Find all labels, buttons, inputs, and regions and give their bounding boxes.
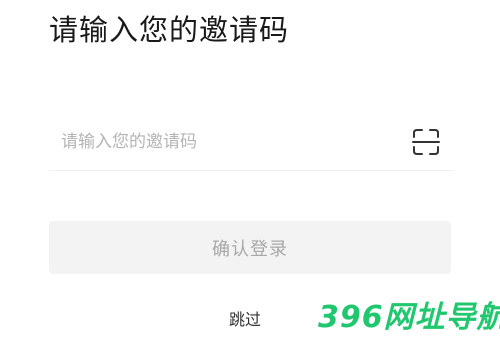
confirm-login-button[interactable]: 确认登录 xyxy=(49,221,451,274)
invite-code-row xyxy=(49,118,454,171)
invite-code-page: 请输入您的邀请码 确认登录 跳过 396网址导航 xyxy=(0,0,500,338)
site-watermark: 396网址导航 xyxy=(318,300,500,335)
invite-code-input[interactable] xyxy=(61,118,391,166)
scan-qr-icon[interactable] xyxy=(411,127,441,157)
page-title: 请输入您的邀请码 xyxy=(49,13,290,47)
skip-link[interactable]: 跳过 xyxy=(229,307,261,333)
